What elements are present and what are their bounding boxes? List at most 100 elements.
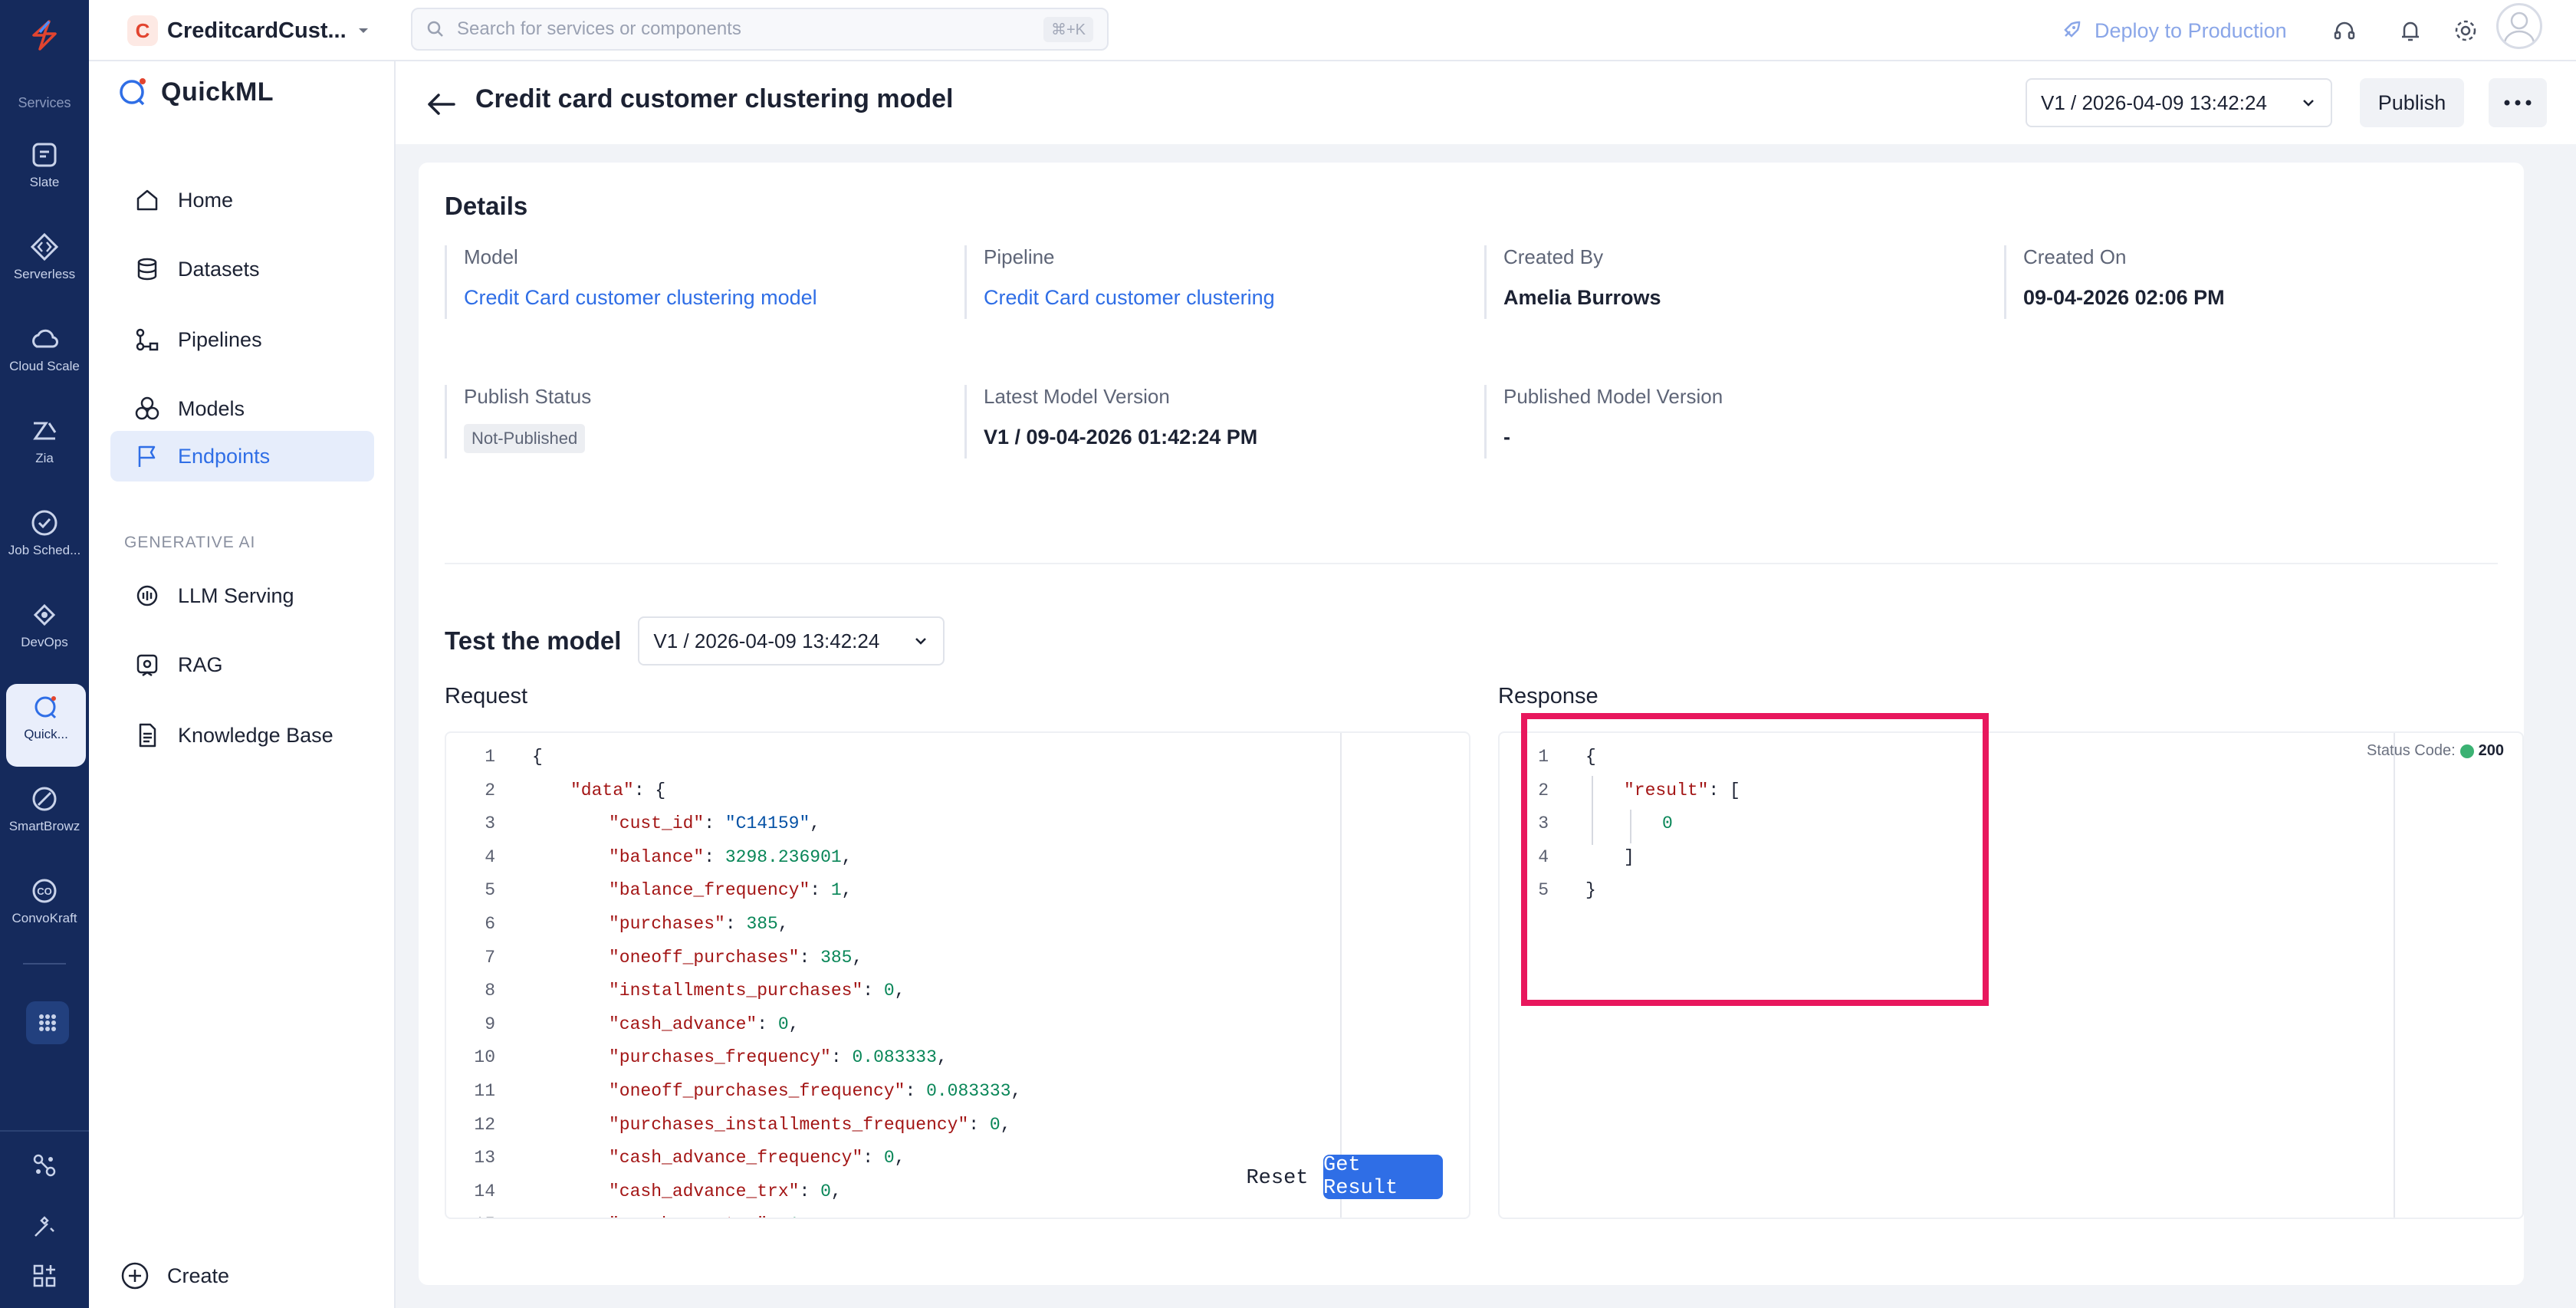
sidebar-item-endpoints[interactable]: Endpoints: [110, 431, 374, 481]
pipeline-link[interactable]: Credit Card customer clustering: [984, 286, 1275, 310]
back-arrow-icon[interactable]: [420, 83, 463, 126]
json-punct: ,: [841, 880, 853, 901]
json-key: "cash_advance_frequency": [609, 1148, 863, 1168]
deploy-to-production-button[interactable]: Deploy to Production: [2059, 14, 2287, 48]
published-version-label: Published Model Version: [1503, 385, 1723, 408]
rail-item-slate[interactable]: Slate: [0, 132, 89, 215]
more-options-button[interactable]: [2489, 78, 2547, 127]
rail-item-cloud-scale[interactable]: Cloud Scale: [0, 316, 89, 399]
sidebar-item-pipelines[interactable]: Pipelines: [110, 314, 374, 365]
sidebar-item-label: Pipelines: [178, 327, 262, 351]
created-on-field: Created On 09-04-2026 02:06 PM: [2004, 245, 2495, 319]
page-title: Credit card customer clustering model: [475, 84, 954, 113]
test-version-value: V1 / 2026-04-09 13:42:24: [653, 629, 880, 652]
svg-text:CO: CO: [37, 886, 52, 897]
created-on-value: 09-04-2026 02:06 PM: [2023, 286, 2225, 309]
json-value: 385: [820, 947, 853, 968]
sidebar-item-knowledge-base[interactable]: Knowledge Base: [110, 710, 374, 761]
created-by-label: Created By: [1503, 245, 1604, 268]
user-avatar[interactable]: [2496, 3, 2542, 49]
apps-grid-icon: [39, 1014, 56, 1031]
rail-item-quickml[interactable]: Quick...: [6, 684, 86, 767]
rail-item-convokraft[interactable]: CO ConvoKraft: [0, 868, 89, 951]
sidebar-item-datasets[interactable]: Datasets: [110, 244, 374, 294]
widgets-icon[interactable]: [31, 1262, 58, 1290]
rail-divider: [0, 1130, 89, 1132]
json-colon: :: [968, 1114, 990, 1135]
create-button[interactable]: Create: [120, 1260, 229, 1291]
created-on-label: Created On: [2023, 245, 2127, 268]
editor-minimap-divider: [1340, 733, 1342, 1218]
line-number: 15: [454, 1208, 495, 1218]
publish-button[interactable]: Publish: [2360, 78, 2464, 127]
code-line: 1{: [446, 741, 1336, 774]
line-number: 6: [485, 914, 495, 934]
line-number: 14: [474, 1181, 495, 1201]
catalyst-logo-icon[interactable]: [26, 17, 63, 54]
json-key: "purchases": [609, 914, 725, 934]
json-key: "cash_advance_trx": [609, 1181, 800, 1201]
publish-status-label: Publish Status: [464, 385, 592, 408]
settings-gear-icon[interactable]: [2452, 17, 2479, 44]
quickml-title: QuickML: [161, 77, 274, 107]
model-label: Model: [464, 245, 518, 268]
rail-item-smartbrowz[interactable]: SmartBrowz: [0, 776, 89, 859]
rail-item-zia[interactable]: Zia: [0, 408, 89, 491]
integrations-icon[interactable]: [31, 1152, 58, 1179]
sidebar-item-models[interactable]: Models: [110, 383, 374, 434]
rail-item-label: DevOps: [21, 635, 68, 649]
line-number: 10: [474, 1047, 495, 1068]
sidebar-item-label: Endpoints: [178, 444, 271, 468]
convokraft-icon: CO: [32, 879, 57, 903]
code-line: 11 "oneoff_purchases_frequency": 0.083333…: [446, 1075, 1336, 1108]
rail-item-label: ConvoKraft: [12, 911, 77, 925]
json-value: 0: [820, 1181, 831, 1201]
code-line: 8 "installments_purchases": 0,: [446, 974, 1336, 1007]
rail-item-serverless[interactable]: Serverless: [0, 224, 89, 307]
line-number: 9: [485, 1014, 495, 1034]
json-key: "oneoff_purchases": [609, 947, 800, 968]
version-select[interactable]: V1 / 2026-04-09 13:42:24: [2026, 78, 2332, 127]
project-name: CreditcardCust...: [167, 18, 347, 43]
json-key: "oneoff_purchases_frequency": [609, 1081, 905, 1101]
code-text: "oneoff_purchases": 385,: [609, 942, 863, 974]
get-result-button[interactable]: Get Result: [1323, 1154, 1443, 1200]
job-scheduler-icon: [31, 510, 58, 536]
json-colon: :: [704, 813, 725, 834]
sidebar-item-home[interactable]: Home: [110, 175, 374, 225]
rail-item-job-scheduler[interactable]: Job Sched...: [0, 500, 89, 583]
more-dots-icon: [2504, 100, 2532, 106]
json-colon: :: [905, 1081, 927, 1101]
document-icon: [139, 723, 156, 748]
json-punct: : {: [633, 780, 666, 800]
sidebar-item-llm-serving[interactable]: LLM Serving: [110, 570, 374, 621]
model-field: Model Credit Card customer clustering mo…: [445, 245, 935, 319]
chevron-down-icon: [915, 638, 927, 645]
global-search[interactable]: ⌘+K: [411, 8, 1109, 51]
rail-item-label: Slate: [29, 175, 60, 189]
notifications-bell-icon[interactable]: [2397, 17, 2424, 44]
deploy-label: Deploy to Production: [2095, 18, 2287, 42]
search-input[interactable]: [457, 18, 1031, 40]
code-line: 5 "balance_frequency": 1,: [446, 874, 1336, 907]
model-link[interactable]: Credit Card customer clustering model: [464, 286, 817, 310]
sidebar-item-label: Knowledge Base: [178, 723, 334, 747]
tools-icon[interactable]: [31, 1213, 58, 1241]
rail-item-devops[interactable]: DevOps: [0, 592, 89, 675]
line-number: 2: [485, 780, 495, 800]
sidebar-item-rag[interactable]: RAG: [110, 639, 374, 690]
code-line: 14 "cash_advance_trx": 0,: [446, 1175, 1336, 1208]
publish-status-field: Publish Status Not-Published: [445, 385, 935, 458]
project-switcher[interactable]: C CreditcardCust...: [127, 12, 371, 49]
request-editor[interactable]: Reset Get Result 1{2 "data": {3 "cust_id":…: [445, 731, 1470, 1219]
test-version-select[interactable]: V1 / 2026-04-09 13:42:24: [638, 616, 945, 666]
all-services-button[interactable]: [26, 1001, 69, 1044]
search-icon: [427, 21, 443, 37]
code-line: 13 "cash_advance_frequency": 0,: [446, 1142, 1336, 1175]
json-punct: ,: [894, 981, 905, 1001]
support-headset-icon[interactable]: [2331, 17, 2358, 44]
database-icon: [137, 258, 157, 281]
line-number: 13: [474, 1148, 495, 1168]
json-colon: :: [810, 880, 831, 901]
json-value: 385: [746, 914, 778, 934]
